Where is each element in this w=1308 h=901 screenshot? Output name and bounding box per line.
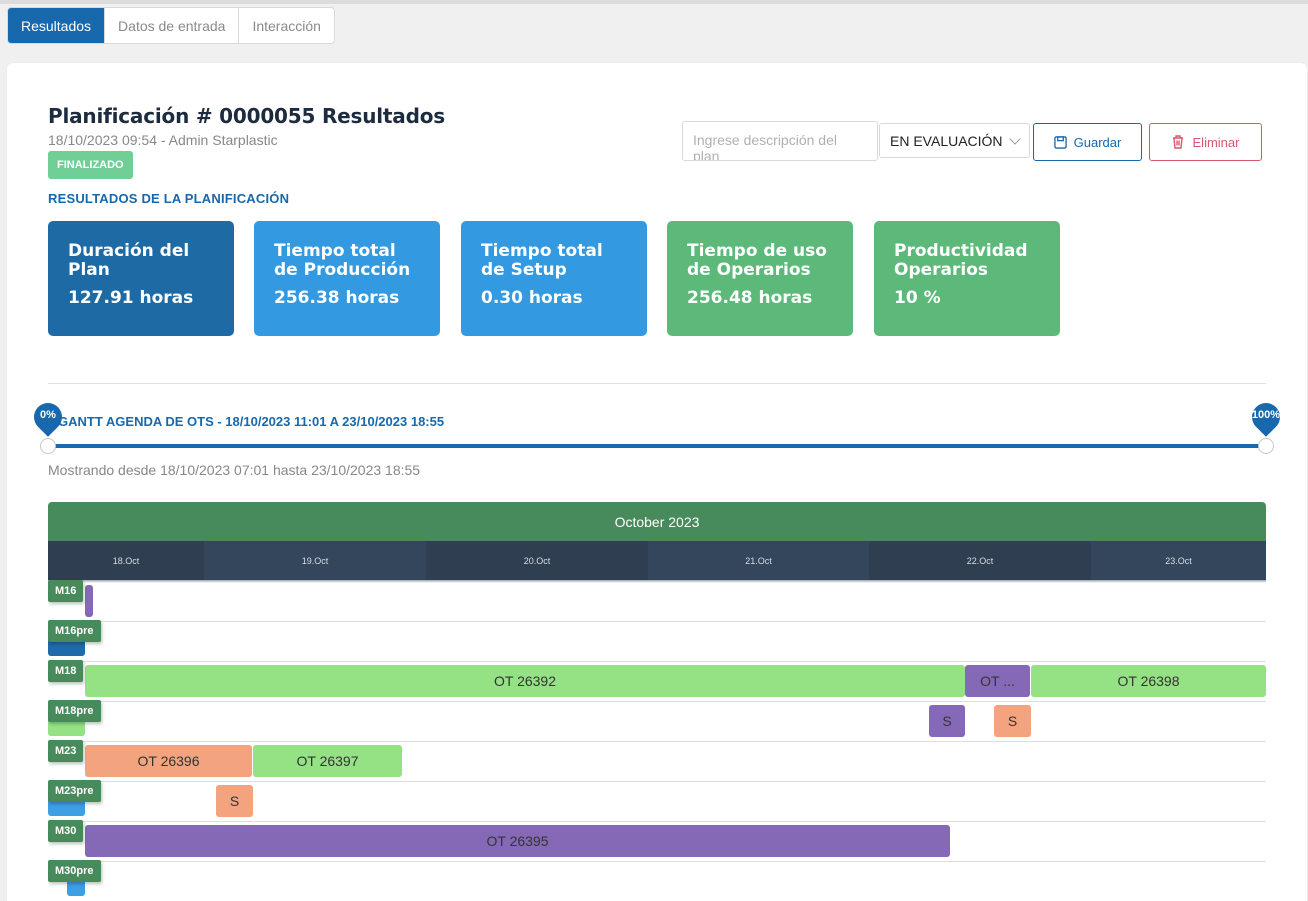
gantt-bar-ot-26396[interactable]: OT 26396 — [85, 745, 252, 777]
page-title: Planificación # 0000055 Resultados — [48, 104, 445, 128]
range-slider-max-handle[interactable] — [1258, 438, 1274, 454]
save-button-label: Guardar — [1073, 134, 1122, 150]
machine-label-m16: M16 — [48, 580, 84, 602]
kpi-productividad-operarios: Productividad Operarios 10 % — [874, 221, 1060, 336]
top-border — [0, 0, 1308, 4]
kpi-tiempo-produccion: Tiempo total de Producción 256.38 horas — [254, 221, 440, 336]
section-divider — [48, 383, 1266, 384]
kpi-value: 0.30 horas — [481, 288, 583, 308]
kpi-tiempo-operarios: Tiempo de uso de Operarios 256.48 horas — [667, 221, 853, 336]
kpi-value: 256.38 horas — [274, 288, 400, 308]
kpi-tiempo-setup: Tiempo total de Setup 0.30 horas — [461, 221, 647, 336]
machine-label-m16pre: M16pre — [48, 620, 101, 642]
delete-button-label: Eliminar — [1192, 134, 1240, 150]
gantt-day: 23.Oct — [1091, 541, 1266, 580]
kpi-label: Tiempo total de Producción — [274, 241, 411, 280]
gantt-day: 21.Oct — [648, 541, 869, 580]
range-min-label: 0% — [40, 409, 56, 421]
gantt-row-divider — [48, 821, 1266, 822]
status-select[interactable]: EN EVALUACIÓN — [879, 123, 1030, 158]
gantt-row-divider — [48, 741, 1266, 742]
gantt-bar-ot-26395[interactable]: OT 26395 — [85, 825, 950, 857]
tab-bar: Resultados Datos de entrada Interacción — [7, 7, 335, 44]
range-slider-min-handle[interactable] — [40, 438, 56, 454]
kpi-label: Tiempo total de Setup — [481, 241, 603, 280]
range-max-label: 100% — [1251, 409, 1281, 421]
status-badge: FINALIZADO — [48, 151, 133, 179]
kpi-label: Productividad Operarios — [894, 241, 1028, 280]
delete-button[interactable]: Eliminar — [1149, 123, 1262, 161]
tab-interaccion[interactable]: Interacción — [239, 8, 333, 43]
gantt-day-header: 18.Oct 19.Oct 20.Oct 21.Oct 22.Oct 23.Oc… — [48, 541, 1266, 580]
machine-label-m30: M30 — [48, 820, 84, 842]
save-button[interactable]: Guardar — [1033, 123, 1142, 161]
gantt-bar-setup[interactable]: S — [994, 705, 1031, 737]
status-select-value: EN EVALUACIÓN — [890, 132, 1003, 149]
plan-description-input[interactable] — [682, 121, 878, 161]
gantt-row-divider — [48, 661, 1266, 662]
save-icon — [1053, 135, 1067, 149]
trash-icon — [1172, 135, 1184, 149]
kpi-duracion-plan: Duración del Plan 127.91 horas — [48, 221, 234, 336]
gantt-month-header: October 2023 — [48, 502, 1266, 541]
gantt-row-divider — [48, 701, 1266, 702]
range-slider-track[interactable] — [48, 444, 1266, 448]
machine-label-m18: M18 — [48, 660, 84, 682]
kpi-value: 127.91 horas — [68, 288, 194, 308]
gantt-day: 19.Oct — [204, 541, 426, 580]
gantt-row-divider — [48, 781, 1266, 782]
gantt-header-shadow — [48, 580, 1266, 583]
gantt-day: 18.Oct — [112, 555, 140, 566]
gantt-row-divider — [48, 861, 1266, 862]
gantt-bar-m16[interactable] — [85, 585, 93, 617]
kpi-value: 256.48 horas — [687, 288, 813, 308]
gantt-day: 20.Oct — [523, 555, 551, 566]
gantt-chart: October 2023 18.Oct 19.Oct 20.Oct 21.Oct… — [48, 502, 1266, 901]
machine-label-m23pre: M23pre — [48, 780, 101, 802]
kpi-label: Duración del Plan — [68, 241, 190, 280]
chevron-down-icon — [1009, 132, 1021, 145]
section-label: RESULTADOS DE LA PLANIFICACIÓN — [48, 191, 290, 206]
gantt-title: GANTT AGENDA DE OTS - 18/10/2023 11:01 A… — [58, 414, 445, 429]
machine-label-m30pre: M30pre — [48, 860, 101, 882]
tab-datos-de-entrada[interactable]: Datos de entrada — [105, 8, 240, 43]
range-note: Mostrando desde 18/10/2023 07:01 hasta 2… — [48, 462, 421, 478]
gantt-bar-setup[interactable]: S — [929, 705, 965, 737]
gantt-bar-setup[interactable]: S — [216, 785, 253, 817]
kpi-value: 10 % — [894, 288, 941, 308]
machine-label-m18pre: M18pre — [48, 700, 101, 722]
gantt-bar-ot-26397[interactable]: OT 26397 — [253, 745, 402, 777]
gantt-day: 22.Oct — [966, 555, 994, 566]
plan-subtitle: 18/10/2023 09:54 - Admin Starplastic — [48, 132, 278, 148]
gantt-bar-ot-26392[interactable]: OT 26392 — [85, 665, 965, 697]
machine-label-m23: M23 — [48, 740, 84, 762]
tab-resultados[interactable]: Resultados — [8, 8, 106, 43]
gantt-bar-ot-truncated[interactable]: OT ... — [965, 665, 1030, 697]
gantt-row-divider — [48, 621, 1266, 622]
gantt-bar-ot-26398[interactable]: OT 26398 — [1031, 665, 1266, 697]
kpi-label: Tiempo de uso de Operarios — [687, 241, 827, 280]
